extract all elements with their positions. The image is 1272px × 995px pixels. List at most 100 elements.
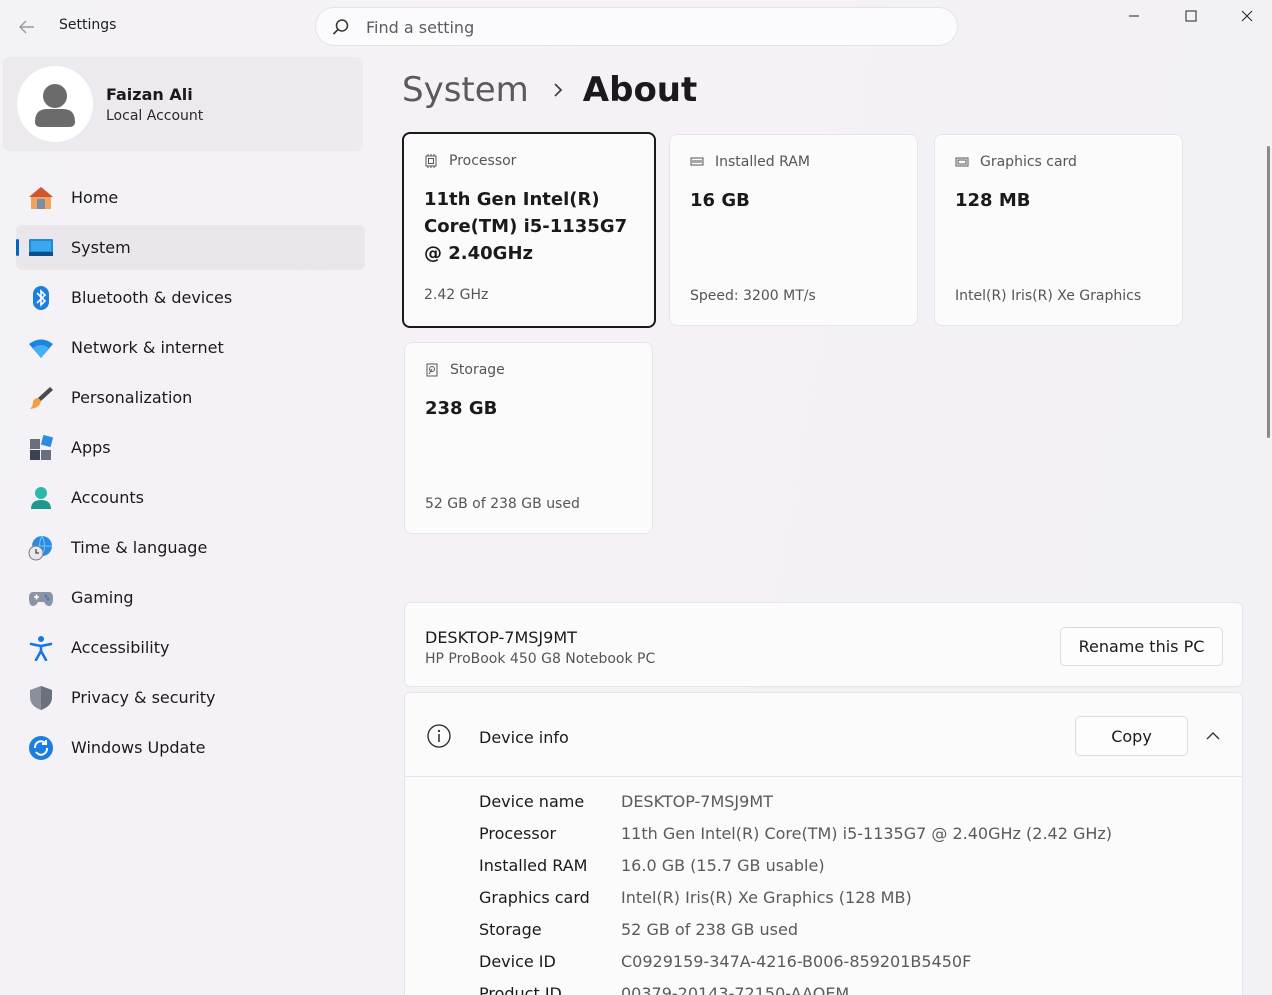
sidebar-item-label: Gaming bbox=[71, 588, 134, 607]
sidebar-item-time-language[interactable]: Time & language bbox=[16, 525, 365, 570]
search-input[interactable] bbox=[366, 16, 926, 38]
storage-label: Storage bbox=[450, 362, 505, 378]
minimize-button[interactable] bbox=[1105, 0, 1162, 32]
sidebar-item-label: Home bbox=[71, 188, 119, 207]
ram-icon bbox=[690, 157, 704, 166]
sidebar-item-label: Time & language bbox=[71, 538, 208, 557]
rename-pc-button[interactable]: Rename this PC bbox=[1060, 627, 1223, 666]
device-info-row: Storage 52 GB of 238 GB used bbox=[479, 920, 1112, 952]
device-info-row: Installed RAM 16.0 GB (15.7 GB usable) bbox=[479, 856, 1112, 888]
maximize-button[interactable] bbox=[1162, 0, 1219, 32]
scrollbar-thumb[interactable] bbox=[1267, 146, 1270, 438]
profile-name: Faizan Ali bbox=[106, 85, 193, 104]
info-value: DESKTOP-7MSJ9MT bbox=[621, 792, 773, 811]
maximize-icon bbox=[1185, 10, 1196, 22]
info-value: C0929159-347A-4216-B006-859201B5450F bbox=[621, 952, 972, 971]
accessibility-icon bbox=[29, 636, 53, 661]
minimize-icon bbox=[1128, 15, 1139, 17]
avatar bbox=[17, 66, 93, 142]
search-box[interactable] bbox=[315, 7, 958, 46]
system-icon bbox=[29, 239, 53, 256]
device-info-title: Device info bbox=[479, 728, 569, 747]
sidebar-item-accessibility[interactable]: Accessibility bbox=[16, 625, 365, 670]
graphics-card-header: Graphics card bbox=[955, 154, 1077, 170]
search-icon bbox=[332, 19, 349, 35]
pc-name: DESKTOP-7MSJ9MT bbox=[425, 628, 577, 647]
sidebar-item-privacy-security[interactable]: Privacy & security bbox=[16, 675, 365, 720]
copy-button[interactable]: Copy bbox=[1075, 716, 1188, 756]
sidebar-item-network[interactable]: Network & internet bbox=[16, 325, 365, 370]
sidebar-item-gaming[interactable]: Gaming bbox=[16, 575, 365, 620]
breadcrumb-parent[interactable]: System bbox=[402, 70, 529, 110]
globe-clock-icon bbox=[28, 535, 52, 561]
back-arrow-icon bbox=[19, 20, 34, 34]
info-label: Device ID bbox=[479, 952, 556, 971]
brush-icon bbox=[30, 387, 53, 409]
sidebar-item-label: Apps bbox=[71, 438, 111, 457]
profile-account-type: Local Account bbox=[106, 108, 204, 124]
person-icon bbox=[31, 487, 51, 509]
sidebar-item-label: Accounts bbox=[71, 488, 144, 507]
bluetooth-icon bbox=[33, 286, 49, 310]
profile-card[interactable]: Faizan Ali Local Account bbox=[3, 57, 363, 151]
update-icon bbox=[29, 736, 53, 760]
device-info-rows: Device name DESKTOP-7MSJ9MT Processor 11… bbox=[479, 792, 1112, 995]
info-value: 11th Gen Intel(R) Core(TM) i5-1135G7 @ 2… bbox=[621, 824, 1113, 843]
ram-card[interactable]: Installed RAM 16 GB Speed: 3200 MT/s bbox=[669, 134, 918, 326]
graphics-label: Graphics card bbox=[980, 154, 1077, 170]
storage-card-header: Storage bbox=[425, 362, 505, 378]
back-button[interactable] bbox=[12, 12, 42, 42]
device-info-row: Graphics card Intel(R) Iris(R) Xe Graphi… bbox=[479, 888, 1112, 920]
close-icon bbox=[1241, 10, 1252, 22]
device-info-row: Processor 11th Gen Intel(R) Core(TM) i5-… bbox=[479, 824, 1112, 856]
sidebar-item-label: Personalization bbox=[71, 388, 193, 407]
info-label: Graphics card bbox=[479, 888, 590, 907]
page-title: About bbox=[582, 70, 698, 110]
chip-icon bbox=[425, 154, 437, 168]
sidebar-item-apps[interactable]: Apps bbox=[16, 425, 365, 470]
sidebar-item-label: System bbox=[71, 238, 131, 257]
info-label: Processor bbox=[479, 824, 557, 843]
processor-label: Processor bbox=[449, 153, 517, 169]
chevron-up-icon[interactable] bbox=[1206, 729, 1220, 743]
sidebar-item-windows-update[interactable]: Windows Update bbox=[16, 725, 365, 770]
wifi-icon bbox=[29, 339, 53, 358]
device-info-row: Device ID C0929159-347A-4216-B006-859201… bbox=[479, 952, 1112, 984]
graphics-model: Intel(R) Iris(R) Xe Graphics bbox=[955, 288, 1142, 304]
pc-model: HP ProBook 450 G8 Notebook PC bbox=[425, 651, 656, 667]
storage-card[interactable]: Storage 238 GB 52 GB of 238 GB used bbox=[404, 342, 653, 534]
title-bar: Settings bbox=[0, 0, 1272, 52]
processor-value: 11th Gen Intel(R) Core(TM) i5-1135G7 @ 2… bbox=[424, 189, 628, 264]
close-button[interactable] bbox=[1218, 0, 1272, 32]
sidebar-item-personalization[interactable]: Personalization bbox=[16, 375, 365, 420]
drive-icon bbox=[426, 363, 438, 377]
sidebar-item-system[interactable]: System bbox=[16, 225, 365, 270]
sidebar-item-label: Windows Update bbox=[71, 738, 206, 757]
storage-usage: 52 GB of 238 GB used bbox=[425, 496, 580, 512]
ram-card-header: Installed RAM bbox=[690, 154, 810, 170]
sidebar-nav: Home System Bluetooth & devices Network … bbox=[16, 175, 365, 775]
sidebar-item-label: Network & internet bbox=[71, 338, 224, 357]
sidebar-item-label: Bluetooth & devices bbox=[71, 288, 233, 307]
home-icon bbox=[29, 187, 53, 209]
sidebar-item-bluetooth[interactable]: Bluetooth & devices bbox=[16, 275, 365, 320]
gamepad-icon bbox=[29, 592, 53, 606]
graphics-card[interactable]: Graphics card 128 MB Intel(R) Iris(R) Xe… bbox=[934, 134, 1183, 326]
breadcrumb: System About bbox=[402, 70, 697, 110]
pc-name-card: DESKTOP-7MSJ9MT HP ProBook 450 G8 Notebo… bbox=[404, 602, 1243, 687]
sidebar-item-label: Privacy & security bbox=[71, 688, 216, 707]
graphics-value: 128 MB bbox=[955, 190, 1031, 211]
sidebar-item-accounts[interactable]: Accounts bbox=[16, 475, 365, 520]
ram-value: 16 GB bbox=[690, 190, 750, 211]
device-info-row: Device name DESKTOP-7MSJ9MT bbox=[479, 792, 1112, 824]
processor-card[interactable]: Processor 11th Gen Intel(R) Core(TM) i5-… bbox=[402, 132, 656, 328]
app-title: Settings bbox=[59, 17, 117, 33]
storage-value: 238 GB bbox=[425, 398, 498, 419]
processor-card-header: Processor bbox=[424, 153, 516, 169]
avatar-person-icon bbox=[35, 84, 75, 127]
sidebar-item-home[interactable]: Home bbox=[16, 175, 365, 220]
device-info-panel: Device info Copy Device name DESKTOP-7MS… bbox=[404, 692, 1243, 995]
info-value: 52 GB of 238 GB used bbox=[621, 920, 798, 939]
device-info-header[interactable]: Device info Copy bbox=[405, 693, 1242, 777]
info-icon bbox=[427, 724, 451, 748]
